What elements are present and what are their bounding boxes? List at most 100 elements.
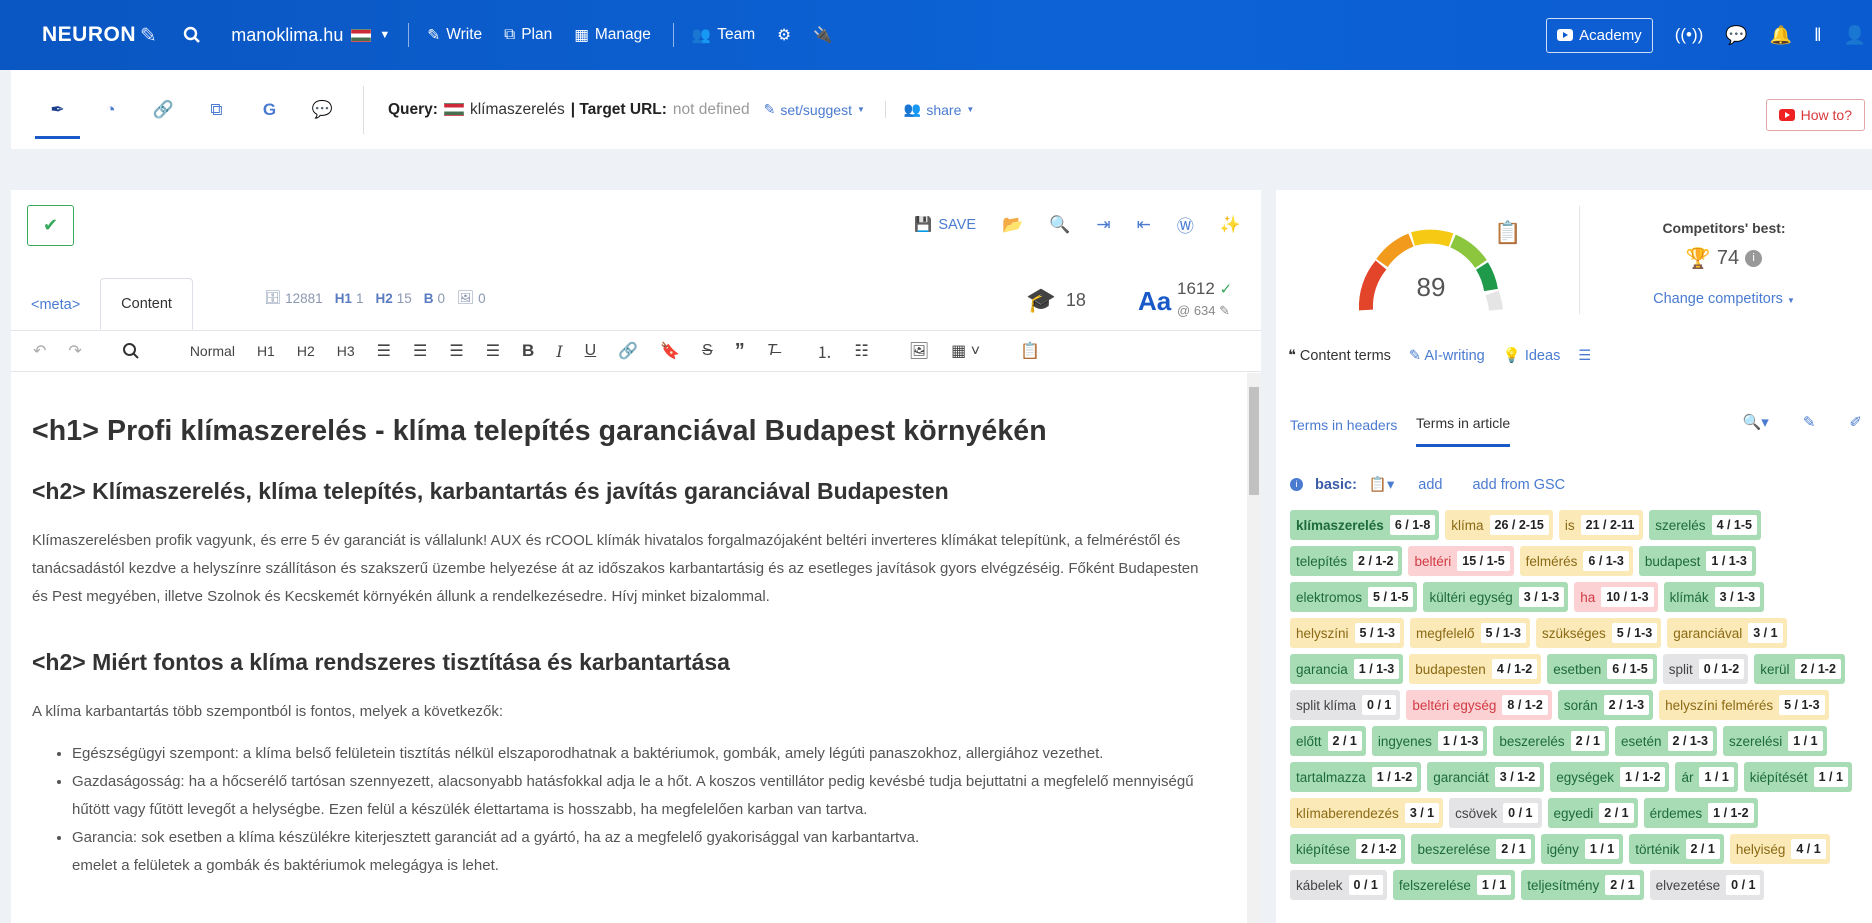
term-chip[interactable]: split klíma 0 / 1 — [1290, 690, 1401, 720]
nav-team[interactable]: 👥 Team — [692, 26, 755, 45]
nav-write[interactable]: ✎ Write — [427, 26, 482, 45]
term-chip[interactable]: egyedi 2 / 1 — [1547, 798, 1638, 828]
sliders-icon[interactable]: ☰ — [1578, 348, 1591, 364]
readability-score[interactable]: 🎓 18 — [1026, 286, 1086, 315]
term-chip[interactable]: budapest 1 / 1-3 — [1638, 546, 1756, 576]
term-chip[interactable]: kábelek 0 / 1 — [1290, 870, 1387, 900]
strikethrough-icon[interactable]: S — [702, 342, 713, 360]
table-icon[interactable]: ▦ ˅ — [951, 341, 980, 361]
search-icon[interactable] — [183, 26, 201, 44]
term-chip[interactable]: előtt 2 / 1 — [1290, 726, 1366, 756]
check-button[interactable]: ✔ — [27, 205, 74, 246]
list-item[interactable]: Egészségügyi szempont: a klíma belső fel… — [72, 740, 1215, 768]
add-term-button[interactable]: add — [1418, 477, 1442, 493]
term-chip[interactable]: szerelési 1 / 1 — [1722, 726, 1827, 756]
term-chip[interactable]: során 2 / 1-3 — [1557, 690, 1654, 720]
nav-plan[interactable]: ⧉ Plan — [504, 26, 552, 44]
term-chip[interactable]: beszerelése 2 / 1 — [1411, 834, 1535, 864]
align-center-icon[interactable]: ☰ — [413, 341, 427, 361]
bullet-list-icon[interactable]: ☷ — [855, 341, 869, 361]
wordpress-icon[interactable]: Ⓦ — [1177, 212, 1194, 237]
term-chip[interactable]: is 21 / 2-11 — [1558, 510, 1644, 540]
align-right-icon[interactable]: ☰ — [449, 341, 463, 361]
paragraph-style-select[interactable]: Normal — [190, 343, 235, 359]
bell-icon[interactable]: 🔔 — [1770, 25, 1792, 46]
content-h1[interactable]: <h1> Profi klímaszerelés - klíma telepít… — [32, 415, 1215, 448]
term-chip[interactable]: szerelés 4 / 1-5 — [1649, 510, 1761, 540]
tab-links[interactable]: 🔗 — [137, 70, 190, 149]
broadcast-icon[interactable]: ((•)) — [1675, 25, 1704, 45]
term-chip[interactable]: budapesten 4 / 1-2 — [1409, 654, 1542, 684]
academy-button[interactable]: Academy — [1546, 17, 1653, 53]
save-button[interactable]: 💾 SAVE — [914, 216, 976, 234]
tab-content[interactable]: Content — [100, 278, 193, 330]
term-chip[interactable]: klímaszerelés 6 / 1-8 — [1290, 510, 1440, 540]
scrollbar[interactable] — [1247, 373, 1261, 923]
term-chip[interactable]: beltéri 15 / 1-5 — [1408, 546, 1514, 576]
tab-terms-in-headers[interactable]: Terms in headers — [1290, 402, 1397, 447]
term-chip[interactable]: klímák 3 / 1-3 — [1663, 582, 1765, 612]
tab-meta[interactable]: <meta> — [11, 280, 100, 330]
term-chip[interactable]: történik 2 / 1 — [1629, 834, 1724, 864]
clipboard-check-icon[interactable]: 📋 — [1494, 220, 1521, 246]
term-chip[interactable]: beltéri egység 8 / 1-2 — [1406, 690, 1552, 720]
italic-icon[interactable]: I — [556, 342, 562, 361]
info-icon[interactable]: i — [1290, 478, 1303, 491]
bookmark-icon[interactable]: 🔖 — [660, 341, 680, 361]
term-chip[interactable]: helyszíni felmérés 5 / 1-3 — [1659, 690, 1829, 720]
term-chip[interactable]: elektromos 5 / 1-5 — [1290, 582, 1418, 612]
import-icon[interactable]: ⇤ — [1137, 215, 1151, 235]
term-chip[interactable]: kültéri egység 3 / 1-3 — [1423, 582, 1569, 612]
term-chip[interactable]: helyszíni 5 / 1-3 — [1290, 618, 1404, 648]
align-justify-icon[interactable]: ☰ — [486, 341, 500, 361]
term-chip[interactable]: kiépítését 1 / 1 — [1743, 762, 1852, 792]
content-paragraph[interactable]: A klíma karbantartás több szempontból is… — [32, 698, 1215, 726]
share-button[interactable]: 👥 share ▼ — [884, 101, 974, 118]
link-icon[interactable]: 🔗 — [618, 341, 638, 361]
term-chip[interactable]: felmérés 6 / 1-3 — [1519, 546, 1633, 576]
plugin-icon[interactable]: 🔌 — [813, 26, 832, 45]
tab-comments[interactable]: 💬 — [296, 70, 349, 149]
align-left-icon[interactable]: ☰ — [377, 341, 391, 361]
term-chip[interactable]: helyiség 4 / 1 — [1729, 834, 1830, 864]
tab-ai-writing[interactable]: ✎ AI-writing — [1409, 348, 1485, 364]
tab-analysis[interactable]: ◔ — [84, 70, 137, 149]
heading3-button[interactable]: H3 — [337, 343, 355, 359]
content-paragraph[interactable]: Klímaszerelésben profik vagyunk, és erre… — [32, 527, 1215, 611]
tab-terms-in-article[interactable]: Terms in article — [1416, 402, 1511, 447]
site-selector[interactable]: manoklima.hu ▼ — [231, 25, 390, 46]
tab-structure[interactable]: ⧉ — [190, 70, 243, 149]
search-icon[interactable] — [122, 342, 140, 360]
term-chip[interactable]: igény 1 / 1 — [1540, 834, 1624, 864]
term-chip[interactable]: csövek 0 / 1 — [1449, 798, 1542, 828]
search-file-icon[interactable]: 🔍 — [1049, 215, 1070, 235]
heading2-button[interactable]: H2 — [297, 343, 315, 359]
term-chip[interactable]: megfelelő 5 / 1-3 — [1409, 618, 1530, 648]
content-h2[interactable]: <h2> Miért fontos a klíma rendszeres tis… — [32, 649, 1215, 676]
undo-icon[interactable]: ↶ — [33, 341, 46, 361]
change-competitors-button[interactable]: Change competitors ▼ — [1579, 291, 1869, 307]
font-size-icon[interactable]: Aa — [1138, 286, 1171, 317]
list-item[interactable]: Garancia: sok esetben a klíma készülékre… — [72, 824, 1215, 880]
underline-icon[interactable]: U — [585, 342, 597, 360]
nav-manage[interactable]: ▦ Manage — [574, 26, 651, 45]
scrollbar-thumb[interactable] — [1249, 387, 1259, 495]
term-chip[interactable]: tartalmazza 1 / 1-2 — [1290, 762, 1422, 792]
clear-format-icon[interactable]: T̶ — [767, 342, 777, 360]
term-chip[interactable]: esetben 6 / 1-5 — [1547, 654, 1657, 684]
edit-icon[interactable]: ✐ — [1849, 413, 1862, 431]
tab-ideas[interactable]: 💡 Ideas — [1503, 347, 1561, 364]
term-chip[interactable]: beszerelés 2 / 1 — [1493, 726, 1609, 756]
export-icon[interactable]: ⇥ — [1096, 215, 1110, 235]
term-chip[interactable]: ingyenes 1 / 1-3 — [1371, 726, 1488, 756]
editor-content[interactable]: <h1> Profi klímaszerelés - klíma telepít… — [11, 373, 1236, 923]
term-chip[interactable]: ár 1 / 1 — [1675, 762, 1738, 792]
bold-icon[interactable]: B — [522, 341, 534, 361]
heading1-button[interactable]: H1 — [257, 343, 275, 359]
user-icon[interactable]: 👤 — [1844, 25, 1866, 46]
term-chip[interactable]: felszerelése 1 / 1 — [1392, 870, 1516, 900]
pen-icon[interactable]: ✎ — [1803, 413, 1816, 431]
magic-wand-icon[interactable]: ✨ — [1220, 215, 1241, 235]
how-to-button[interactable]: How to? — [1765, 99, 1865, 131]
settings-icon[interactable]: ⚙ — [777, 26, 791, 45]
